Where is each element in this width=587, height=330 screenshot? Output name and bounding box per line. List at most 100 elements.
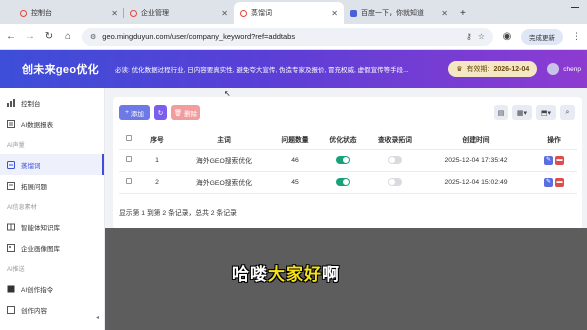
sidebar: 控制台 AI数据报表 AI声量 蒸馏词 拓展问题 AI信息素材 智能体知识库 企…: [0, 88, 105, 330]
site-favicon: [130, 9, 137, 17]
address-toolbar: ← → ↻ ⌂ ⚙ geo.mingduyun.com/user/company…: [0, 24, 587, 50]
refresh-icon: ↻: [157, 109, 164, 117]
keyword-table: 序号 主词 问题数量 优化状态 查收录拓词 创建时间 操作 1 海外GEO搜索优…: [119, 129, 577, 194]
expiry-badge: ♛ 有效期: 2026-12-04: [448, 61, 538, 77]
edit-icon[interactable]: ✎: [544, 177, 553, 187]
doc-icon: [7, 305, 15, 314]
bookmark-star-icon[interactable]: ☆: [478, 32, 485, 41]
pagination-info: 显示第 1 到第 2 条记录，总共 2 条记录: [119, 210, 237, 217]
index-expand-toggle[interactable]: [388, 178, 402, 186]
row-checkbox[interactable]: [126, 156, 132, 162]
notice-marquee: 必读: 优化数据过程行业, 日内容要真实性, 避免夸大宣传, 伪造专家及报价, …: [115, 67, 409, 74]
sidebar-item-questions[interactable]: 拓展问题: [0, 175, 104, 196]
baidu-favicon: [350, 9, 357, 17]
reload-icon[interactable]: ↻: [44, 31, 54, 42]
scroll-arrow-icon[interactable]: ◂: [96, 314, 99, 321]
browser-tabbar: 控制台 ✕ 企业管理 ✕ 蒸馏词 ✕ 百度一下，你就知道 ✕ +: [0, 0, 587, 24]
site-favicon: [240, 9, 247, 17]
back-icon[interactable]: ←: [6, 31, 16, 42]
minimize-button[interactable]: [571, 7, 579, 8]
pen-icon: [7, 285, 15, 292]
row-index: 2: [139, 171, 175, 194]
url-text: geo.mingduyun.com/user/company_keyword?r…: [102, 32, 296, 41]
report-icon: [7, 119, 15, 128]
chart-icon: [7, 98, 15, 107]
update-button[interactable]: 完成更新: [521, 28, 563, 45]
tab-baidu[interactable]: 百度一下，你就知道 ✕: [344, 2, 454, 24]
edit-icon[interactable]: ✎: [544, 155, 553, 165]
col-index-expand[interactable]: 查收录拓词: [369, 129, 421, 150]
profile-icon[interactable]: ◉: [502, 31, 512, 42]
tab-console[interactable]: 控制台 ✕: [14, 2, 124, 24]
sidebar-item-ai-report[interactable]: AI数据报表: [0, 113, 104, 134]
col-count[interactable]: 问题数量: [273, 129, 317, 150]
sidebar-group-voice: AI声量: [7, 142, 25, 149]
close-icon[interactable]: ✕: [441, 9, 448, 18]
menu-icon[interactable]: ⋮: [572, 31, 581, 42]
refresh-button[interactable]: ↻: [154, 105, 167, 120]
table-row: 1 海外GEO搜索优化 46 2025-12-04 17:35:42 ✎ ▬: [119, 149, 577, 172]
trash-icon[interactable]: ▬: [555, 177, 564, 187]
home-icon[interactable]: ⌂: [63, 31, 73, 42]
app-header: 创未来geo优化 必读: 优化数据过程行业, 日内容要真实性, 避免夸大宣传, …: [0, 50, 587, 88]
url-field[interactable]: ⚙ geo.mingduyun.com/user/company_keyword…: [82, 27, 493, 46]
select-all-checkbox[interactable]: [126, 134, 132, 141]
table-row: 2 海外GEO搜索优化 45 2025-12-04 15:02:49 ✎ ▬: [119, 171, 577, 194]
sidebar-item-console[interactable]: 控制台: [0, 92, 104, 113]
screen: 控制台 ✕ 企业管理 ✕ 蒸馏词 ✕ 百度一下，你就知道 ✕ + ← → ↻ ⌂…: [0, 0, 587, 330]
add-button[interactable]: + 添加: [119, 105, 150, 120]
row-keyword: 海外GEO搜索优化: [175, 171, 273, 194]
avatar: [547, 63, 560, 75]
tab-keywords[interactable]: 蒸馏词 ✕: [234, 2, 344, 24]
columns-icon: ▦▾: [516, 109, 528, 117]
row-created: 2025-12-04 17:35:42: [421, 149, 531, 172]
crown-icon: ♛: [456, 66, 463, 73]
toggle-view-button[interactable]: ▤: [494, 105, 508, 120]
close-icon[interactable]: ✕: [111, 9, 118, 18]
sidebar-item-ai-command[interactable]: AI创作指令: [0, 278, 104, 299]
user-menu[interactable]: chenp: [547, 63, 581, 75]
mouse-cursor-icon: ↖: [224, 89, 231, 98]
book-icon: [7, 223, 15, 230]
tab-company[interactable]: 企业管理 ✕: [124, 2, 234, 24]
col-created[interactable]: 创建时间: [421, 129, 531, 150]
row-checkbox[interactable]: [126, 178, 132, 184]
search-button[interactable]: ⌕: [560, 105, 575, 120]
row-count: 46: [273, 149, 317, 172]
site-info-icon[interactable]: ⚙: [90, 33, 96, 41]
delete-button[interactable]: 🗑 删除: [171, 105, 200, 120]
search-icon: ⌕: [565, 108, 570, 116]
user-export-icon: ⬒▾: [540, 109, 552, 117]
plus-icon: +: [125, 109, 129, 116]
app-logo[interactable]: 创未来geo优化: [0, 61, 105, 77]
export-button[interactable]: ⬒▾: [536, 105, 556, 120]
trash-icon: 🗑: [173, 109, 183, 117]
keyword-icon: [7, 160, 15, 169]
optimize-toggle[interactable]: [336, 178, 350, 186]
table-header-row: 序号 主词 问题数量 优化状态 查收录拓词 创建时间 操作: [119, 129, 577, 150]
question-icon: [7, 181, 15, 190]
key-icon[interactable]: ⚷: [466, 32, 472, 41]
close-icon[interactable]: ✕: [331, 9, 338, 18]
forward-icon[interactable]: →: [25, 31, 35, 42]
row-count: 45: [273, 171, 317, 194]
row-created: 2025-12-04 15:02:49: [421, 171, 531, 194]
image-icon: [7, 243, 15, 252]
col-actions: 操作: [531, 129, 577, 150]
optimize-toggle[interactable]: [336, 156, 350, 164]
col-keyword[interactable]: 主词: [175, 129, 273, 150]
columns-button[interactable]: ▦▾: [512, 105, 532, 120]
trash-icon[interactable]: ▬: [555, 155, 564, 165]
list-icon: ▤: [497, 109, 505, 117]
sidebar-item-content[interactable]: 创作内容: [0, 299, 104, 320]
close-icon[interactable]: ✕: [221, 9, 228, 18]
col-optimize[interactable]: 优化状态: [317, 129, 369, 150]
new-tab-button[interactable]: +: [454, 8, 472, 24]
sidebar-item-knowledge[interactable]: 智能体知识库: [0, 216, 104, 237]
row-index: 1: [139, 149, 175, 172]
sidebar-group-push: AI推送: [7, 266, 25, 273]
col-index[interactable]: 序号: [139, 129, 175, 150]
sidebar-item-keywords[interactable]: 蒸馏词: [0, 154, 104, 175]
sidebar-item-gallery[interactable]: 企业画像图库: [0, 237, 104, 258]
index-expand-toggle[interactable]: [388, 156, 402, 164]
